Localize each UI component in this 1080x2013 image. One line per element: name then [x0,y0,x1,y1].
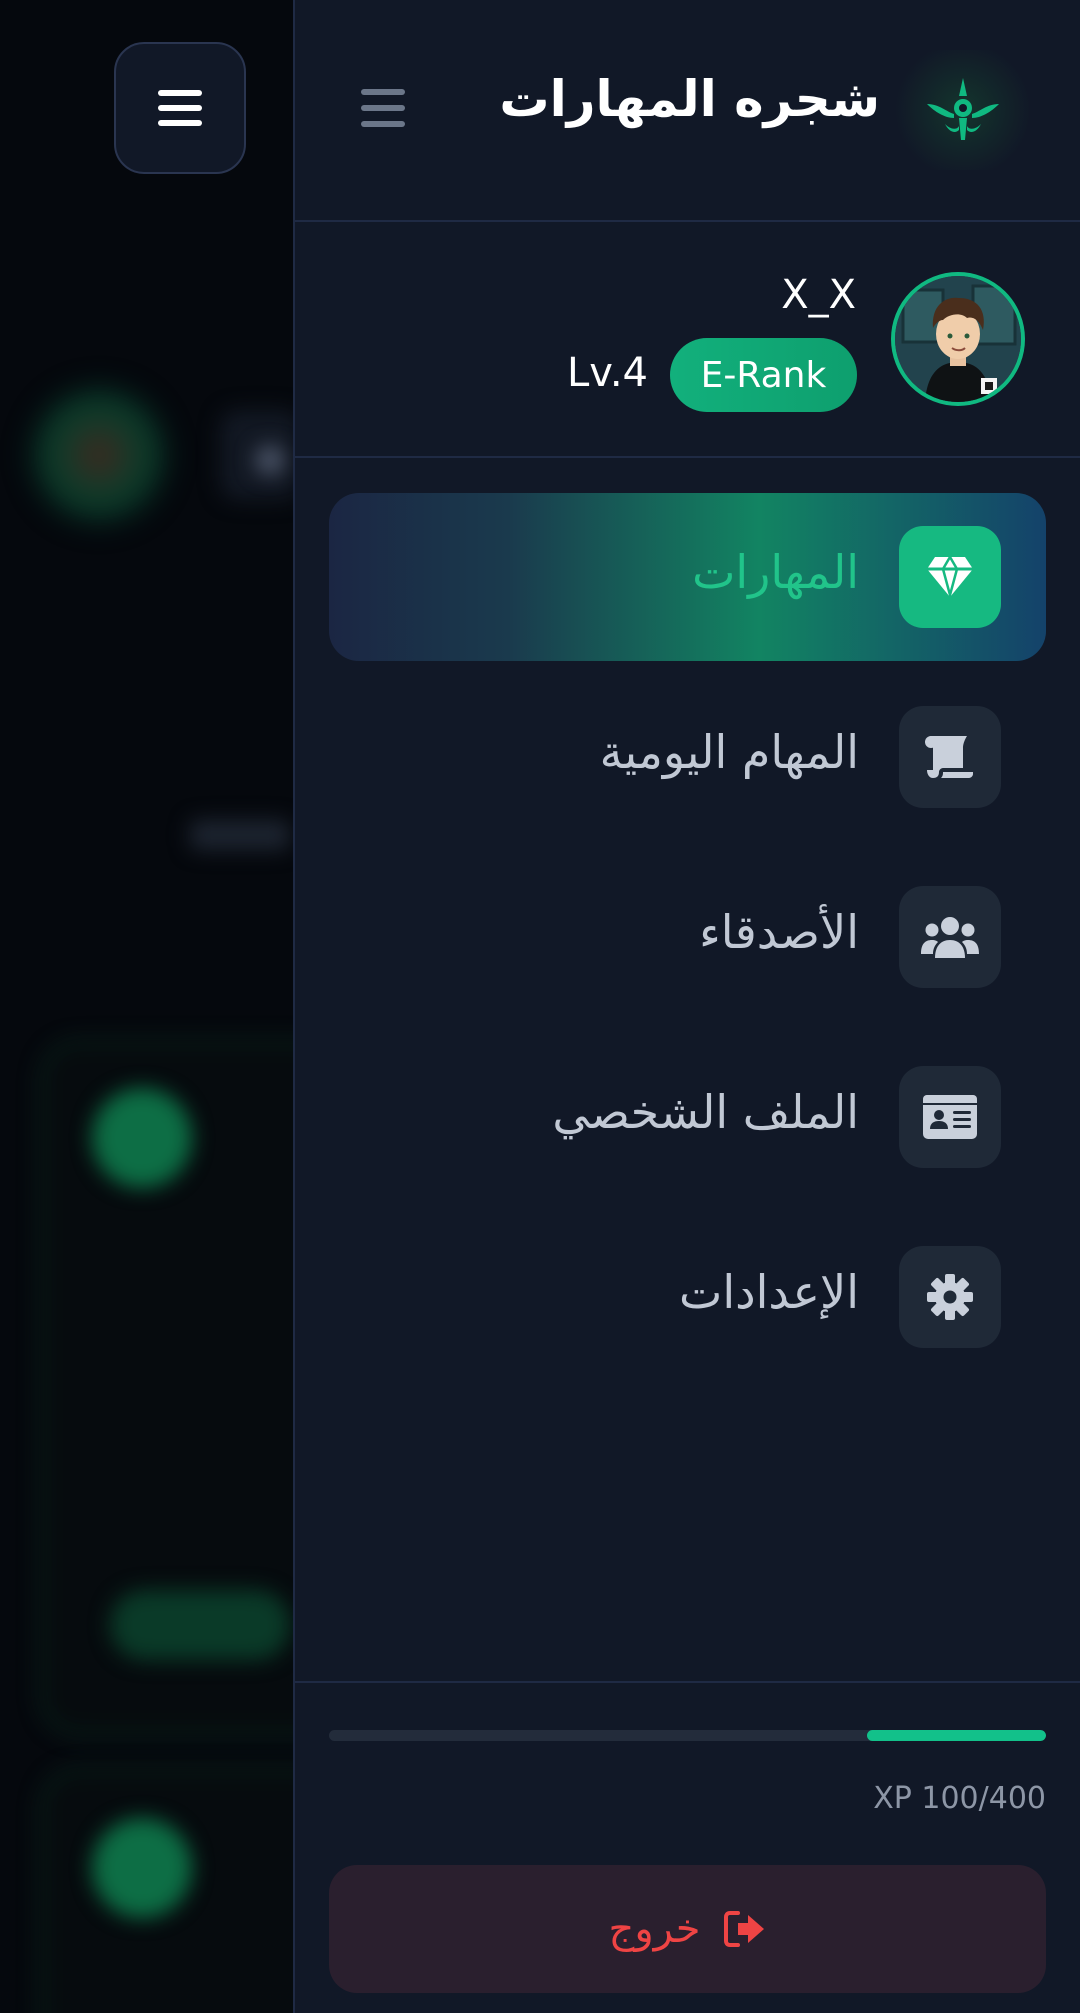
avatar[interactable] [891,272,1025,406]
tree-logo-icon [927,78,999,140]
rank-badge: E-Rank [670,338,857,412]
nav-item-profile[interactable]: الملف الشخصي [329,1033,1046,1201]
sign-out-icon [724,1911,765,1947]
app-logo [895,50,1031,170]
username: X_X [781,272,856,318]
logout-button[interactable]: خروج [329,1865,1046,1993]
level-label: Lv.4 [566,350,648,396]
gear-icon [927,1274,973,1320]
background-text [190,820,290,850]
app-root: شجره المهارات X_X E-Rank Lv.4 المهارات ا… [0,0,1080,2013]
xp-label: XP 100/400 [873,1781,1046,1816]
nav-item-skills[interactable]: المهارات [329,493,1046,661]
id-card-icon [923,1095,977,1139]
drawer-menu-button[interactable] [353,78,413,138]
xp-progress-fill [866,1730,1046,1741]
users-icon [921,917,979,958]
side-drawer: شجره المهارات X_X E-Rank Lv.4 المهارات ا… [293,0,1080,2013]
nav-icon-box [899,706,1001,808]
background-card-icon [92,1088,192,1188]
nav-item-daily-tasks[interactable]: المهام اليومية [329,673,1046,841]
nav-label: المهارات [692,545,859,599]
background-chip-dot [255,445,285,475]
background-menu-button[interactable] [114,42,246,174]
nav-label: الأصدقاء [699,905,859,959]
background-card-button [110,1590,290,1660]
nav-icon-box [899,886,1001,988]
app-title: شجره المهارات [499,70,880,128]
hamburger-icon [158,90,202,126]
nav-item-friends[interactable]: الأصدقاء [329,853,1046,1021]
drawer-footer: XP 100/400 خروج [295,1681,1080,2013]
nav-icon-box [899,526,1001,628]
background-avatar [44,400,154,510]
nav-label: الملف الشخصي [552,1085,859,1139]
nav-item-settings[interactable]: الإعدادات [329,1213,1046,1381]
nav-label: الإعدادات [679,1265,859,1319]
avatar-image [895,276,1021,402]
xp-progress-bar [329,1730,1046,1741]
logout-label: خروج [608,1906,701,1952]
scroll-icon [925,736,973,778]
user-profile-section: X_X E-Rank Lv.4 [295,222,1080,458]
nav-label: المهام اليومية [599,725,859,779]
background-card-icon [92,1818,192,1918]
nav-icon-box [899,1066,1001,1168]
drawer-header: شجره المهارات [295,0,1080,222]
hamburger-icon [361,89,405,127]
gem-icon [927,555,973,599]
nav-icon-box [899,1246,1001,1348]
